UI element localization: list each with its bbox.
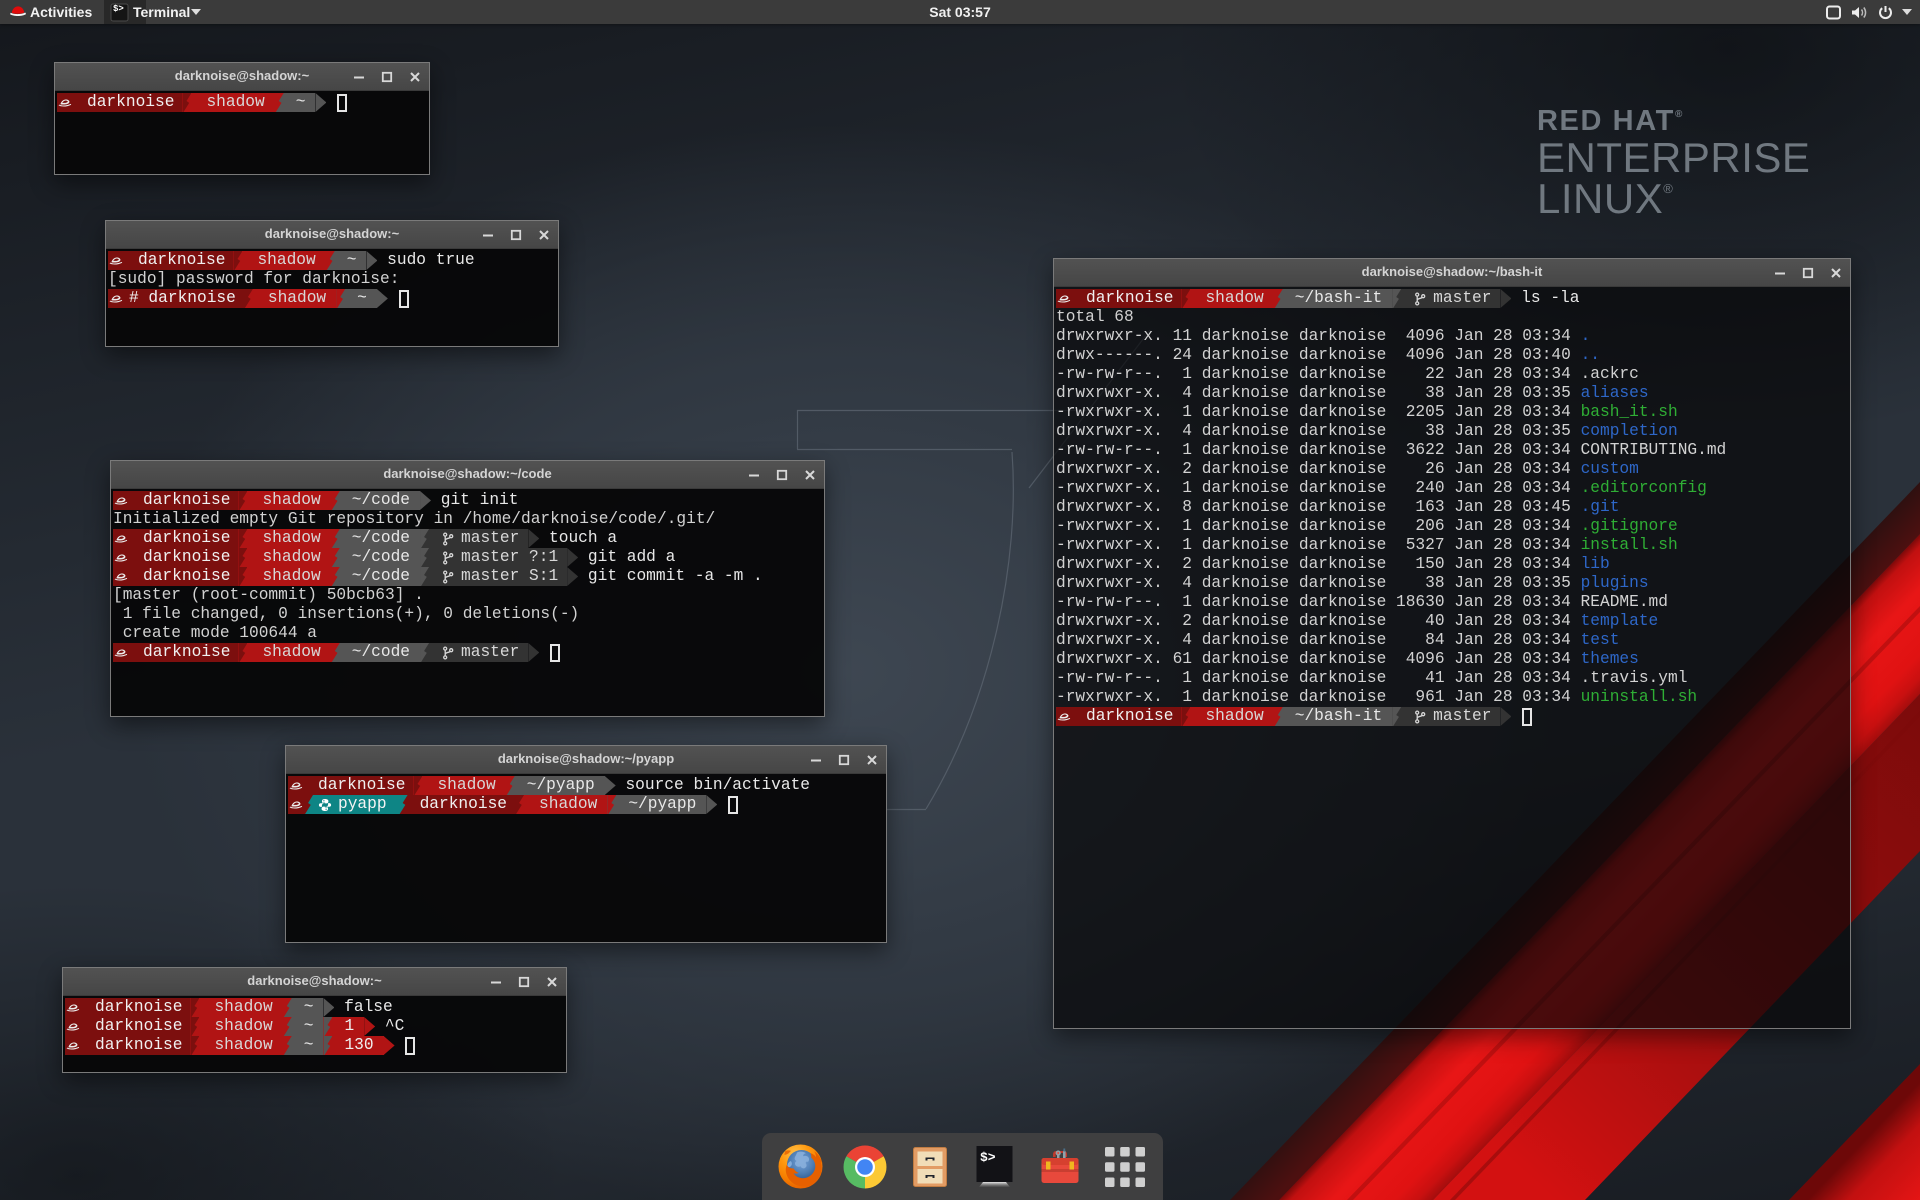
svg-text:$>: $> [980, 1150, 996, 1165]
